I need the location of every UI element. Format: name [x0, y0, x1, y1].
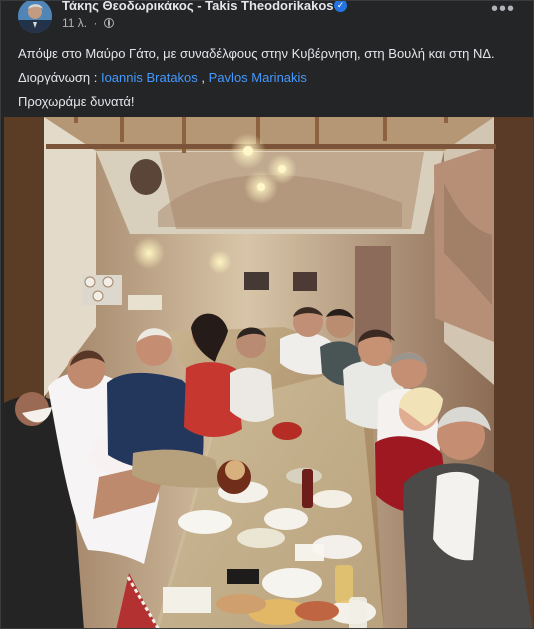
facebook-post-frame: Τάκης Θεοδωρικάκος - Takis Theodorikakos…	[0, 0, 534, 629]
organizer-link-ioannis-bratakos[interactable]: Ioannis Bratakos	[101, 70, 198, 85]
post-header: Τάκης Θεοδωρικάκος - Takis Theodorikakos…	[1, 1, 533, 37]
post-message-line-3: Προχωράμε δυνατά!	[18, 94, 135, 109]
post-time[interactable]: 11 λ.	[62, 16, 87, 30]
post-message: Απόψε στο Μαύρο Γάτο, με συναδέλφους στη…	[18, 42, 518, 114]
organizers-label: Διοργάνωση :	[18, 70, 101, 85]
globe-icon[interactable]	[103, 18, 114, 28]
restaurant-group-photo	[4, 117, 533, 628]
post-photo[interactable]	[4, 117, 533, 628]
avatar-portrait	[18, 1, 52, 33]
organizer-separator: ,	[201, 70, 209, 85]
post-meta: 11 λ. ·	[62, 16, 114, 30]
verified-badge-icon: ✓	[334, 1, 347, 12]
post-message-line-1: Απόψε στο Μαύρο Γάτο, με συναδέλφους στη…	[18, 46, 495, 61]
organizer-link-pavlos-marinakis[interactable]: Pavlos Marinakis	[209, 70, 307, 85]
meta-separator: ·	[93, 16, 98, 30]
author-name[interactable]: Τάκης Θεοδωρικάκος - Takis Theodorikakos	[62, 1, 334, 13]
post-message-line-2: Διοργάνωση : Ioannis Bratakos , Pavlos M…	[18, 66, 518, 90]
more-options-button[interactable]: •••	[490, 1, 516, 22]
author-avatar[interactable]	[18, 1, 52, 33]
